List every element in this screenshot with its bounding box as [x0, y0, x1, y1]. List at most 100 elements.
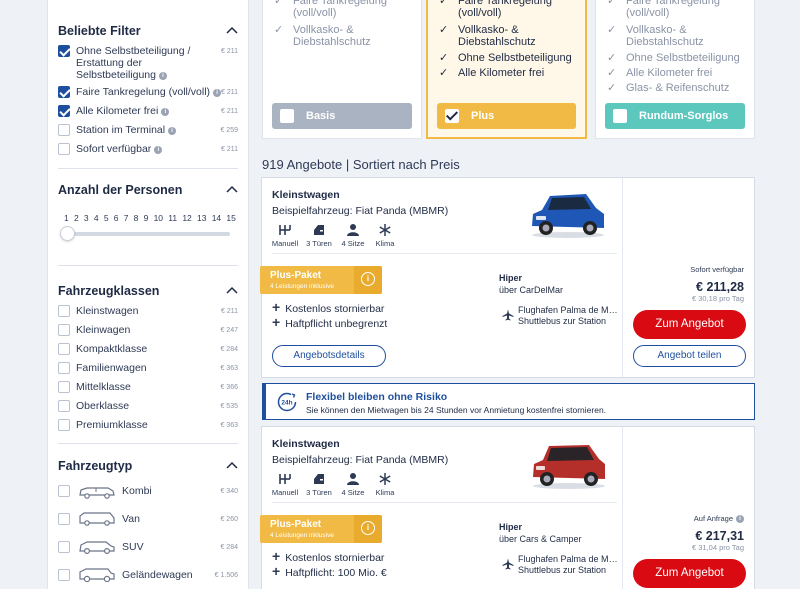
class-kompaktklasse[interactable]: Kompaktklasse € 284 — [58, 343, 238, 357]
filter-label: Alle Kilometer frei — [76, 105, 159, 117]
package-plus[interactable]: Faire Tankregelung (voll/voll) Vollkasko… — [426, 0, 587, 139]
scale-number: 11 — [168, 213, 178, 223]
info-icon[interactable] — [354, 515, 382, 543]
info-icon[interactable]: i — [161, 108, 170, 116]
filter-instant-available[interactable]: Sofort verfügbar i € 211 — [58, 143, 238, 157]
filter-label: Faire Tankregelung (voll/voll) — [76, 86, 211, 98]
checkbox[interactable] — [280, 109, 294, 123]
checkbox[interactable] — [58, 124, 70, 136]
checkbox[interactable] — [58, 45, 70, 57]
info-icon[interactable]: i — [736, 515, 744, 523]
checkbox[interactable] — [58, 105, 70, 117]
info-icon[interactable]: i — [168, 127, 177, 135]
divider — [58, 443, 238, 444]
class-mittelklasse[interactable]: Mittelklasse € 366 — [58, 381, 238, 395]
flexible-cancellation-banner: 24h Flexibel bleiben ohne Risiko Sie kön… — [262, 383, 755, 420]
info-icon[interactable] — [354, 266, 382, 294]
package-basis[interactable]: Faire Tankregelung (voll/voll) Vollkasko… — [262, 0, 422, 139]
feature-label: 4 Sitze — [341, 488, 365, 497]
person-icon — [347, 224, 359, 236]
info-icon[interactable]: i — [158, 72, 167, 80]
divider — [58, 168, 238, 169]
goto-offer-button[interactable]: Zum Angebot — [633, 310, 746, 339]
type-suv[interactable]: SUV € 284 — [58, 541, 238, 555]
badge-title: Plus-Paket — [270, 270, 322, 281]
included-item: Kostenlos stornierbar — [272, 299, 384, 315]
checkbox[interactable] — [613, 109, 627, 123]
car-image — [532, 194, 604, 238]
scale-number: 2 — [73, 213, 79, 223]
car-image — [533, 445, 605, 489]
class-oberklasse[interactable]: Oberklasse € 535 — [58, 400, 238, 414]
filter-label: Oberklasse — [76, 400, 130, 412]
checkbox[interactable] — [58, 305, 70, 317]
pickup-note: Shuttlebus zur Station — [518, 565, 607, 575]
checkbox[interactable] — [58, 86, 70, 98]
class-kleinwagen[interactable]: Kleinwagen € 247 — [58, 324, 238, 338]
persons-scale: 1 2 3 4 5 6 7 8 9 10 11 12 13 14 15 — [64, 213, 236, 223]
chevron-up-icon[interactable] — [226, 26, 238, 34]
filter-label: Geländewagen — [122, 569, 193, 581]
filter-price: € 363 — [220, 365, 238, 372]
chevron-up-icon[interactable] — [226, 461, 238, 469]
car-door-icon — [314, 225, 324, 235]
filter-terminal-station[interactable]: Station im Terminal i € 259 — [58, 124, 238, 138]
feature-label: Manuell — [271, 488, 299, 497]
type-gelaendewagen[interactable]: Geländewagen € 1.506 — [58, 568, 238, 583]
package-rundum-sorglos[interactable]: Faire Tankregelung (voll/voll) Vollkasko… — [595, 0, 755, 139]
class-kleinstwagen[interactable]: Kleinstwagen € 211 — [58, 305, 238, 319]
availability: Sofort verfügbar — [690, 265, 744, 274]
checkbox[interactable] — [58, 400, 70, 412]
package-rundum-sorglos-button[interactable]: Rundum-Sorglos — [605, 103, 745, 129]
filter-no-deductible[interactable]: Ohne Selbstbeteiligung / Erstattung der … — [58, 45, 238, 81]
persons-slider-track[interactable] — [64, 232, 230, 236]
provider-name: Hiper — [499, 522, 523, 532]
filter-label: Kompaktklasse — [76, 343, 148, 355]
filter-label: Premiumklasse — [76, 419, 148, 431]
clock-24h-icon: 24h — [277, 392, 297, 412]
checkbox[interactable] — [58, 381, 70, 393]
chevron-up-icon[interactable] — [226, 185, 238, 193]
divider — [272, 502, 617, 503]
car-example: Beispielfahrzeug: Fiat Panda (MBMR) — [272, 454, 449, 466]
goto-offer-button[interactable]: Zum Angebot — [633, 559, 746, 588]
persons-slider-thumb[interactable] — [60, 226, 75, 241]
checkbox[interactable] — [58, 343, 70, 355]
checkbox[interactable] — [58, 324, 70, 336]
car-example: Beispielfahrzeug: Fiat Panda (MBMR) — [272, 205, 449, 217]
filter-label: Mittelklasse — [76, 381, 131, 393]
checkbox[interactable] — [58, 419, 70, 431]
availability: Auf Anfrage i — [694, 514, 744, 523]
checkbox[interactable] — [58, 569, 70, 581]
filter-fair-fuel[interactable]: Faire Tankregelung (voll/voll) i € 211 — [58, 86, 238, 100]
class-familienwagen[interactable]: Familienwagen € 363 — [58, 362, 238, 376]
class-premiumklasse[interactable]: Premiumklasse € 363 — [58, 419, 238, 433]
package-name: Plus — [471, 110, 495, 122]
package-feature: Ohne Selbstbeteiligung — [458, 52, 572, 64]
checkbox[interactable] — [58, 362, 70, 374]
filter-price: € 366 — [220, 384, 238, 391]
airplane-icon — [502, 558, 514, 570]
checkbox[interactable] — [58, 513, 70, 525]
type-van[interactable]: Van € 260 — [58, 512, 238, 527]
package-plus-button[interactable]: Plus — [437, 103, 576, 129]
filter-label: Van — [122, 513, 140, 525]
scale-number: 12 — [182, 213, 192, 223]
checkbox[interactable] — [58, 541, 70, 553]
info-icon[interactable]: i — [154, 146, 163, 154]
filter-unlimited-km[interactable]: Alle Kilometer frei i € 211 — [58, 105, 238, 119]
checkbox[interactable] — [58, 485, 70, 497]
van-car-icon — [79, 512, 115, 526]
checkbox[interactable] — [58, 143, 70, 155]
offer-details-button[interactable]: Angebotsdetails — [272, 345, 386, 367]
filter-price: € 211 — [221, 108, 238, 115]
kombi-car-icon — [79, 487, 115, 499]
scale-number: 10 — [153, 213, 164, 223]
info-icon[interactable]: i — [213, 89, 222, 97]
package-feature: Faire Tankregelung (voll/voll) — [458, 0, 552, 19]
type-kombi[interactable]: Kombi € 340 — [58, 485, 238, 499]
chevron-up-icon[interactable] — [226, 286, 238, 294]
package-basis-button[interactable]: Basis — [272, 103, 412, 129]
share-offer-button[interactable]: Angebot teilen — [633, 345, 746, 367]
checkbox[interactable] — [445, 109, 459, 123]
